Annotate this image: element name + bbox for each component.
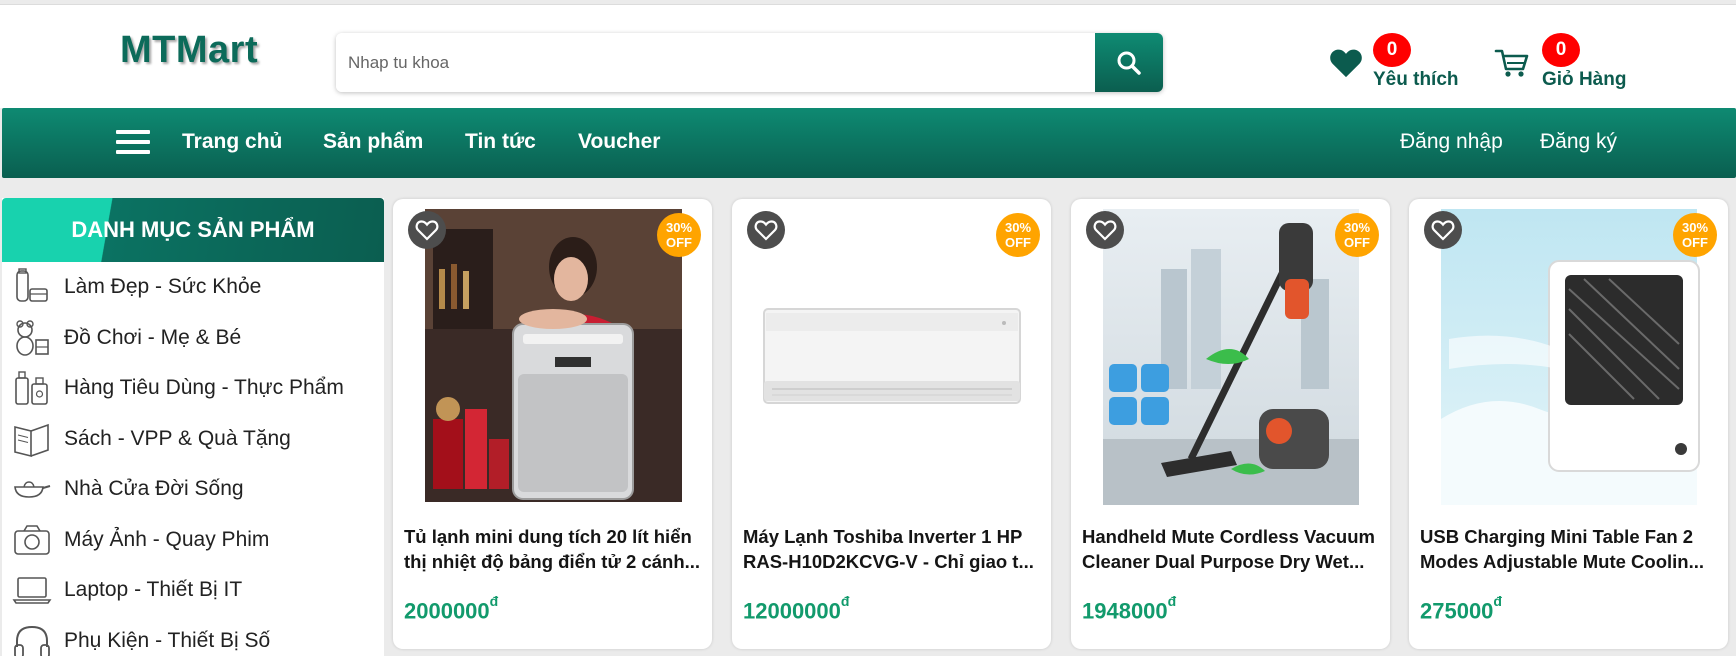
discount-badge: 30% OFF [1673,213,1717,257]
site-logo[interactable]: MTMart [120,29,258,72]
wishlist-button[interactable] [1086,211,1124,249]
category-item-groceries[interactable]: Hàng Tiêu Dùng - Thực Phẩm [2,363,384,414]
product-image-mini-fridge [425,209,682,502]
discount-label: OFF [1682,235,1708,250]
favorites-link[interactable]: 0 Yêu thích [1325,33,1465,97]
heart-outline-icon [754,220,778,241]
price-value: 1948000 [1082,598,1168,624]
category-item-laptops[interactable]: Laptop - Thiết Bị IT [2,565,384,616]
laptop-icon [12,577,52,605]
product-title[interactable]: Handheld Mute Cordless Vacuum Cleaner Du… [1082,524,1382,576]
category-sidebar: DANH MỤC SẢN PHẨM Làm Đẹp - Sức Khỏe Đồ … [2,198,384,656]
discount-label: OFF [666,235,692,250]
discount-percent: 30% [1681,220,1709,235]
discount-percent: 30% [665,220,693,235]
category-label: Phụ Kiện - Thiết Bị Số [64,628,271,652]
register-link[interactable]: Đăng ký [1540,130,1617,154]
discount-percent: 30% [1004,220,1032,235]
wishlist-button[interactable] [1424,211,1462,249]
pan-icon [14,481,51,499]
favorites-label: Yêu thích [1373,69,1459,90]
price-value: 275000 [1420,598,1494,624]
category-item-accessories[interactable]: Phụ Kiện - Thiết Bị Số [2,616,384,656]
product-card[interactable]: 30% OFF Handheld Mute Cordless Vacuum Cl… [1071,199,1390,649]
heart-icon [1330,49,1362,78]
category-item-cameras[interactable]: Máy Ảnh - Quay Phim [2,515,384,566]
top-header: MTMart 0 Yêu thích 0 Giỏ Hàng [0,4,1736,108]
product-image-air-conditioner [763,308,1021,404]
cart-link[interactable]: 0 Giỏ Hàng [1494,33,1634,97]
search-button[interactable] [1095,33,1163,92]
product-image-mini-fan [1441,209,1700,505]
headphones-icon [14,625,50,656]
product-title[interactable]: Máy Lạnh Toshiba Inverter 1 HP RAS-H10D2… [743,524,1043,576]
category-label: Máy Ảnh - Quay Phim [64,527,270,551]
login-link[interactable]: Đăng nhập [1400,130,1503,154]
cart-count-badge: 0 [1542,33,1580,67]
discount-badge: 30% OFF [657,213,701,257]
category-label: Đồ Chơi - Mẹ & Bé [64,325,242,349]
category-label: Laptop - Thiết Bị IT [64,578,243,602]
cart-label: Giỏ Hàng [1542,69,1627,90]
product-card[interactable]: 30% OFF Tủ lạnh mini dung tích 20 lít hi… [393,199,712,649]
category-label: Làm Đẹp - Sức Khỏe [64,275,262,299]
grocery-icon [15,371,48,406]
category-item-home[interactable]: Nhà Cửa Đời Sống [2,464,384,515]
nav-products[interactable]: Sản phẩm [323,130,423,154]
product-price: 2000000đ [404,593,498,624]
discount-badge: 30% OFF [1335,213,1379,257]
nav-voucher[interactable]: Voucher [578,130,660,154]
product-price: 1948000đ [1082,593,1176,624]
cosmetics-icon [16,268,48,303]
price-value: 12000000 [743,598,841,624]
discount-percent: 30% [1343,220,1371,235]
camera-icon [14,524,50,555]
discount-label: OFF [1344,235,1370,250]
price-currency: đ [1167,593,1177,609]
product-price: 12000000đ [743,593,849,624]
search-icon [1117,51,1141,75]
price-currency: đ [840,593,850,609]
search-bar [336,33,1163,92]
product-card[interactable]: 30% OFF Máy Lạnh Toshiba Inverter 1 HP R… [732,199,1051,649]
price-value: 2000000 [404,598,490,624]
discount-badge: 30% OFF [996,213,1040,257]
nav-home[interactable]: Trang chủ [182,130,282,154]
wishlist-button[interactable] [747,211,785,249]
heart-outline-icon [1093,220,1117,241]
category-label: Hàng Tiêu Dùng - Thực Phẩm [64,376,344,400]
book-icon [14,423,49,457]
product-card[interactable]: 30% OFF USB Charging Mini Table Fan 2 Mo… [1409,199,1728,649]
heart-outline-icon [1431,220,1455,241]
teddy-bear-icon [16,320,49,356]
category-item-books[interactable]: Sách - VPP & Quà Tặng [2,414,384,465]
product-price: 275000đ [1420,593,1502,624]
wishlist-button[interactable] [408,211,446,249]
search-input[interactable] [336,33,1095,92]
menu-icon[interactable] [116,130,150,156]
heart-outline-icon [415,220,439,241]
discount-label: OFF [1005,235,1031,250]
category-label: Sách - VPP & Quà Tặng [64,426,291,450]
main-nav: Trang chủ Sản phẩm Tin tức Voucher Đăng … [2,108,1736,178]
category-label: Nhà Cửa Đời Sống [64,477,244,501]
product-title[interactable]: Tủ lạnh mini dung tích 20 lít hiển thị n… [404,524,704,576]
category-item-toys[interactable]: Đồ Chơi - Mẹ & Bé [2,313,384,364]
product-title[interactable]: USB Charging Mini Table Fan 2 Modes Adju… [1420,524,1720,576]
product-image-vacuum-cleaner [1103,209,1359,505]
nav-news[interactable]: Tin tức [465,130,536,154]
price-currency: đ [1493,593,1502,609]
favorites-count-badge: 0 [1373,33,1411,67]
cart-icon [1494,49,1529,77]
category-item-beauty[interactable]: Làm Đẹp - Sức Khỏe [2,262,384,313]
category-title: DANH MỤC SẢN PHẨM [2,198,384,262]
price-currency: đ [489,593,499,609]
